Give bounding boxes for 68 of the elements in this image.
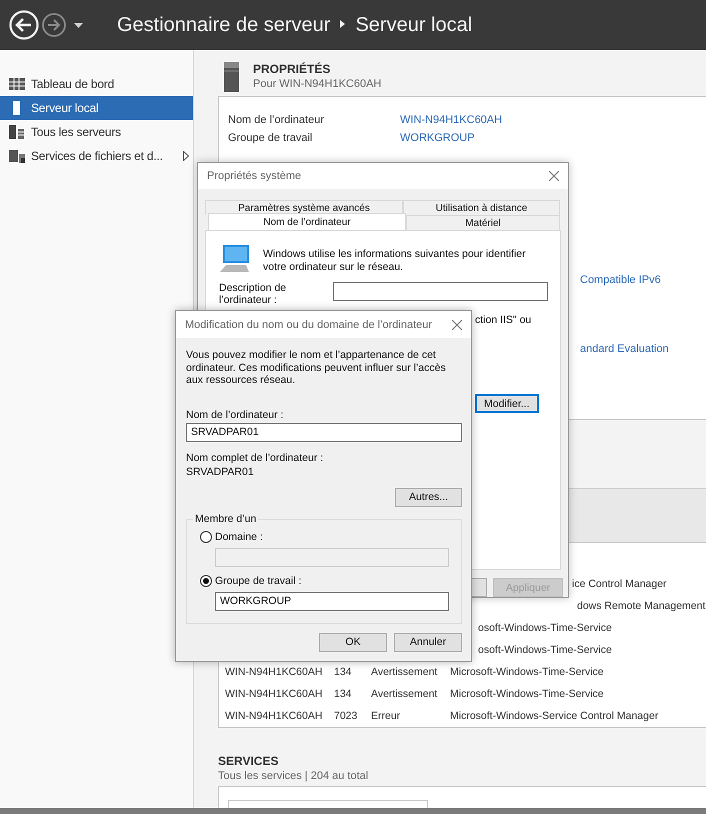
field-label: Nom de l’ordinateur : [186,408,284,420]
section-title: PROPRIÉTÉS [253,62,332,76]
property-link[interactable]: WIN-N94H1KC60AH [400,114,502,126]
intro-text: Windows utilise les informations suivantes pour identifier votre ordinateur sur le réseau. [263,248,527,274]
property-label: Nom de l’ordinateur [228,114,325,126]
tab[interactable]: Utilisation à distance [403,200,560,215]
name-field[interactable]: SRVADPAR01 [186,422,462,442]
server-icon [224,62,239,92]
property-link[interactable]: WORKGROUP [400,132,475,144]
sidebar-item[interactable]: Tableau de bord [0,72,193,96]
property-link[interactable]: andard Evaluation [580,343,669,355]
tab[interactable]: Matériel [406,215,560,230]
full-name-text: SRVADPAR01 [186,466,255,478]
field-label: Nom complet de l’ordinateur : [186,452,324,464]
expand-arrow-icon [183,151,189,161]
back-button[interactable] [9,10,39,40]
table-cell: WIN-N94H1KC60AH [225,710,322,722]
server-folder-icon [9,149,25,163]
table-cell: Microsoft-Windows-Service Control Manager [450,710,658,722]
table-cell: 134 [334,688,352,700]
servers-icon [9,125,25,139]
property-link[interactable]: Compatible IPv6 [580,274,661,286]
table-cell: Avertissement [371,666,438,678]
section-subtitle: Tous les services | 204 au total [218,770,370,782]
property-label: Groupe de travail [228,132,314,144]
cancel-button[interactable]: Annuler [394,632,462,652]
close-icon [452,320,462,330]
table-cell: osoft-Windows-Time-Service [478,644,612,656]
breadcrumb-arrow-icon [340,20,346,28]
more-button[interactable]: Autres... [395,488,462,506]
sidebar-item[interactable]: Services de fichiers et d... [0,144,193,168]
grid-icon [9,77,25,91]
table-cell: 134 [334,666,352,678]
table-cell: WIN-N94H1KC60AH [225,666,322,678]
computer-icon [219,245,251,273]
workgroup-field[interactable]: WORKGROUP [215,592,449,610]
radio-label[interactable]: Groupe de travail : [215,574,302,586]
ok-button[interactable]: OK [319,632,387,652]
table-cell: Microsoft-Windows-Time-Service [450,688,604,700]
modify-button[interactable]: Modifier... [475,394,539,413]
group-title: Membre d’un [193,512,258,524]
radio-button[interactable] [200,574,212,586]
page-title: Serveur local [355,14,472,36]
dialog-title: Modification du nom ou du domaine de l’ordinateur [185,318,432,330]
intro-text: Vous pouvez modifier le nom et l’appartenance de cet ordinateur. Ces modifications peuvent influer sur l’accès aux ressources réseau. [186,349,447,386]
close-icon [549,171,559,181]
app-title: Gestionnaire de serveur [117,14,330,36]
dropdown-caret-icon[interactable] [74,22,83,28]
dialog-title: Propriétés système [207,170,302,182]
section-title: SERVICES [218,754,280,768]
sidebar-item[interactable]: Tous les serveurs [0,120,193,144]
field-label: Description de l’ordinateur : [219,282,288,306]
table-cell: dows Remote Management [577,600,706,612]
note-text: ction IIS" ou [475,314,532,326]
radio-label[interactable]: Domaine : [215,530,263,542]
section-subtitle: Pour WIN-N94H1KC60AH [253,78,382,90]
table-cell: WIN-N94H1KC60AH [225,688,322,700]
table-cell: Avertissement [371,688,438,700]
tab[interactable]: Nom de l’ordinateur [208,213,406,230]
sidebar-item[interactable]: Serveur local [0,96,193,120]
description-field[interactable] [333,282,548,301]
table-cell: Erreur [371,710,400,722]
table-cell: ice Control Manager [572,578,667,590]
radio-button[interactable] [200,530,212,542]
table-cell: 7023 [334,710,358,722]
table-cell: Microsoft-Windows-Time-Service [450,666,604,678]
table-cell: osoft-Windows-Time-Service [478,622,612,634]
forward-button[interactable] [42,13,66,37]
